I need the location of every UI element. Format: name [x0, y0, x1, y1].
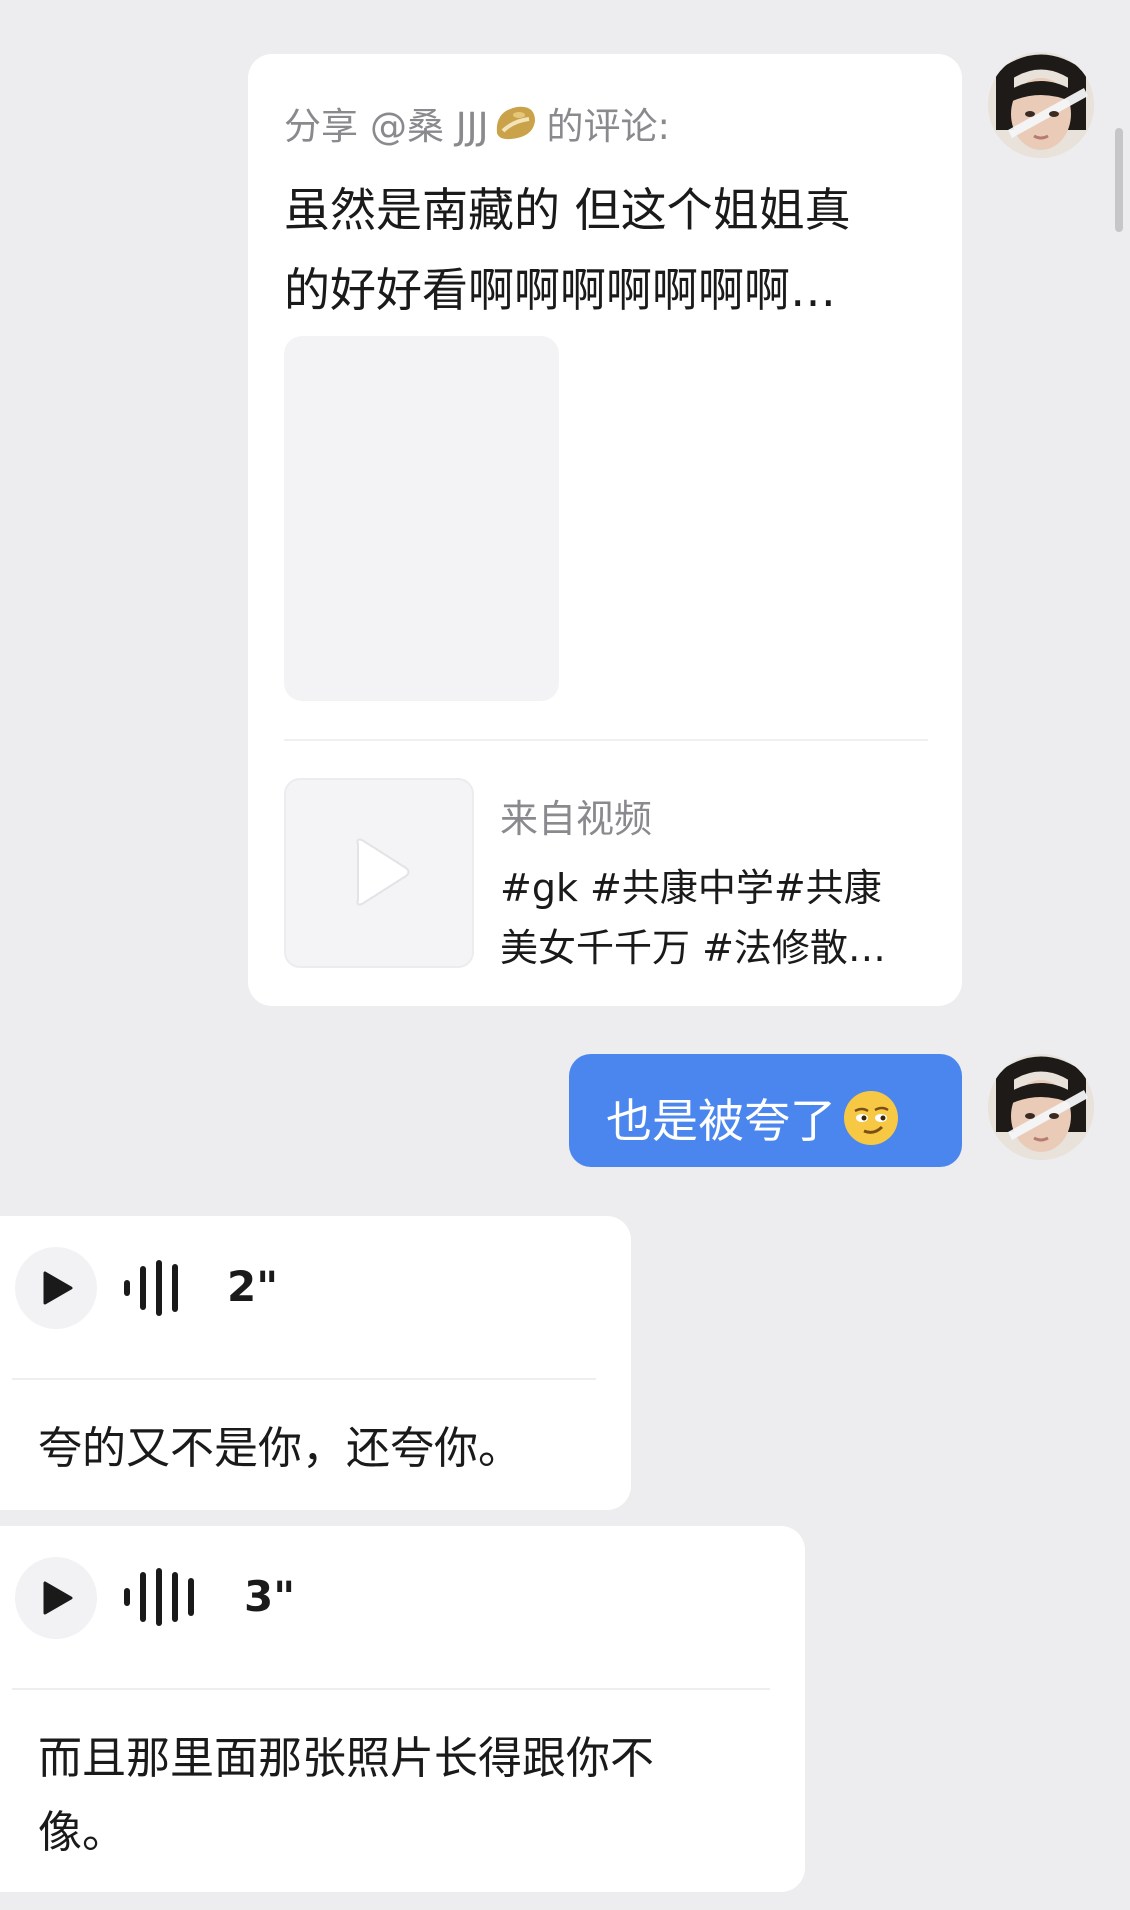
user-avatar[interactable]: [988, 1054, 1094, 1160]
mention-username[interactable]: @桑 JJJ: [370, 96, 489, 150]
transcript-line: 像。: [38, 1807, 126, 1858]
comment-image-placeholder[interactable]: [284, 336, 559, 701]
message-text: 也是被夸了: [606, 1094, 836, 1148]
video-title[interactable]: #gk #共康中学#共康 美女千千万 #法修散…: [500, 858, 930, 978]
dumpling-emoji-icon: [493, 103, 537, 143]
voice-divider: [12, 1688, 770, 1690]
transcript-line: 而且那里面那张照片长得跟你不: [38, 1733, 654, 1784]
comment-line: 虽然是南藏的 但这个姐姐真: [284, 183, 851, 237]
voice-waveform-icon: [124, 1568, 210, 1626]
shared-comment-text: 虽然是南藏的 但这个姐姐真 的好好看啊啊啊啊啊啊啊…: [284, 170, 924, 330]
voice-divider: [12, 1378, 596, 1380]
comment-line: 的好好看啊啊啊啊啊啊啊…: [284, 263, 836, 317]
avatar-photo: [988, 52, 1094, 158]
voice-transcript: 而且那里面那张照片长得跟你不 像。: [38, 1722, 654, 1870]
play-icon: [43, 1271, 73, 1305]
share-prefix: 分享: [284, 105, 358, 148]
card-divider: [284, 739, 928, 741]
play-triangle-icon: [356, 838, 410, 906]
voice-duration: 3": [244, 1572, 296, 1621]
video-title-line: 美女千千万 #法修散…: [500, 926, 886, 970]
outgoing-message-text: 也是被夸了: [606, 1085, 900, 1151]
scrollbar-thumb[interactable]: [1115, 128, 1123, 232]
voice-play-button[interactable]: [15, 1247, 97, 1329]
user-avatar[interactable]: [988, 52, 1094, 158]
avatar-photo: [988, 1054, 1094, 1160]
transcript-line: 夸的又不是你，还夸你。: [38, 1423, 522, 1474]
incoming-voice-message[interactable]: 3" 而且那里面那张照片长得跟你不 像。: [0, 1526, 805, 1892]
voice-play-button[interactable]: [15, 1557, 97, 1639]
share-suffix: 的评论:: [546, 105, 670, 148]
share-meta-line: 分享 @桑 JJJ 的评论:: [284, 96, 670, 150]
video-title-line: #gk #共康中学#共康: [500, 866, 882, 910]
play-icon: [43, 1581, 73, 1615]
video-thumbnail[interactable]: [284, 778, 474, 968]
voice-transcript: 夸的又不是你，还夸你。: [38, 1412, 522, 1486]
video-source-label: 来自视频: [500, 797, 653, 841]
smirk-face-emoji-icon: [842, 1089, 900, 1147]
voice-duration: 2": [227, 1262, 279, 1311]
incoming-voice-message[interactable]: 2" 夸的又不是你，还夸你。: [0, 1216, 631, 1510]
voice-waveform-icon: [124, 1260, 194, 1316]
